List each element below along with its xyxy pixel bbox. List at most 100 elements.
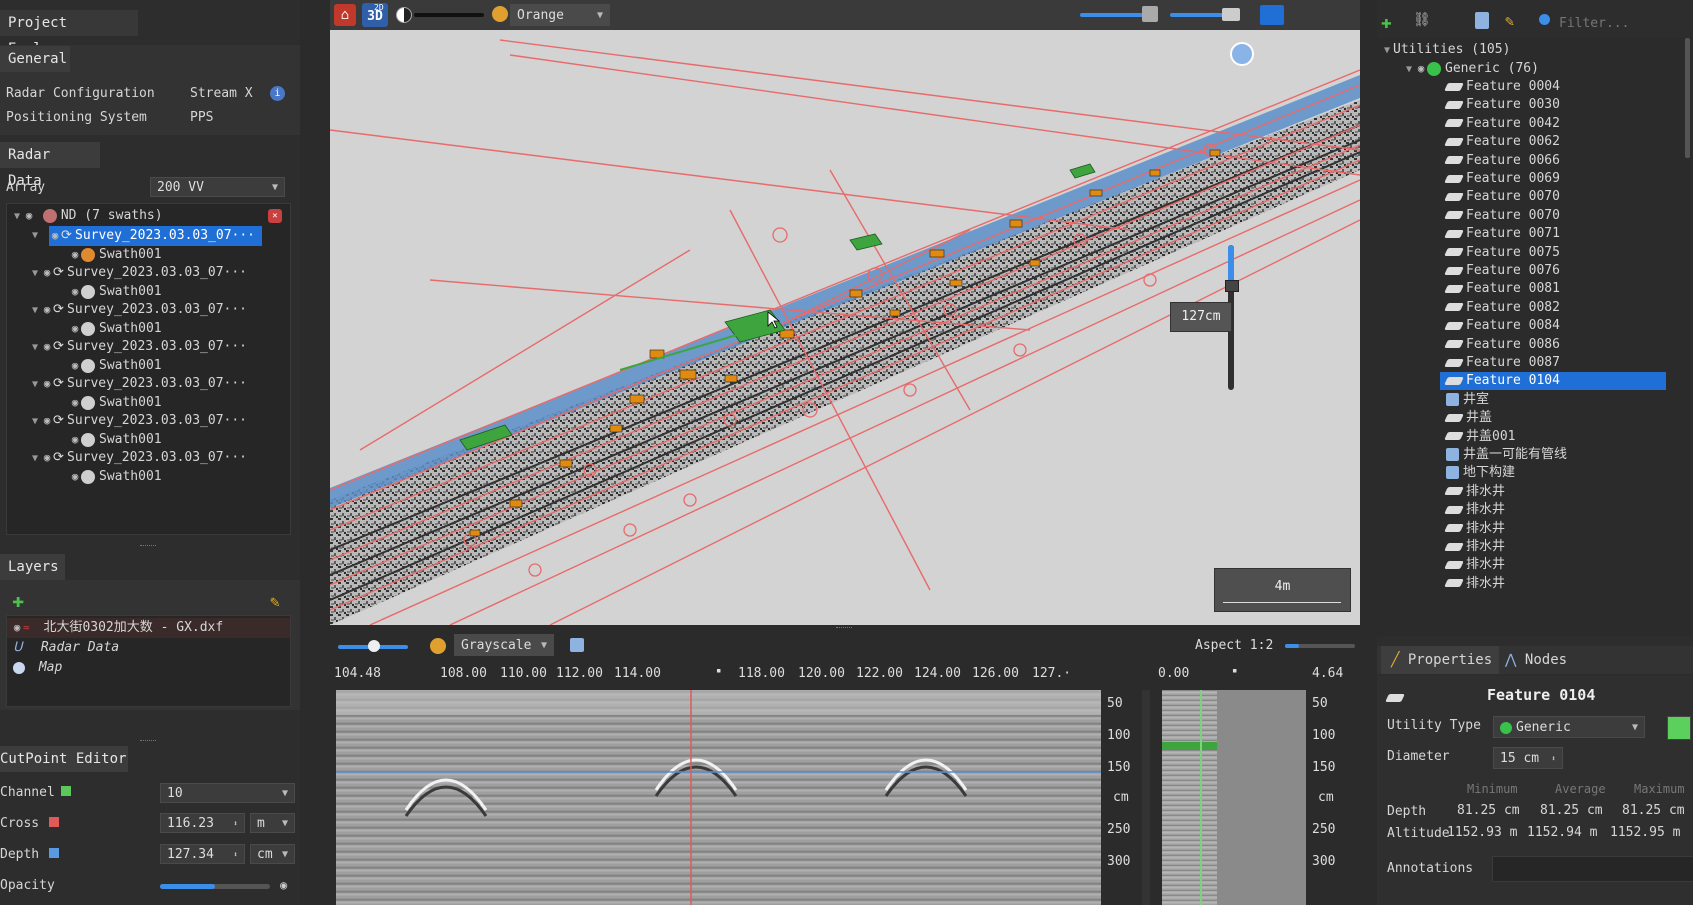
keyboard-icon[interactable] (1222, 8, 1240, 21)
aspect-slider[interactable] (1285, 644, 1355, 648)
side-slice-image[interactable] (1162, 690, 1306, 905)
expand-icon[interactable]: ▼ (29, 375, 41, 395)
brush-icon[interactable]: ✎ (1505, 12, 1514, 30)
feature-item[interactable]: Feature 0004 (1440, 78, 1666, 96)
eye-icon[interactable]: ◉ (69, 467, 81, 487)
palette-icon[interactable] (492, 6, 508, 22)
cn-feature-item[interactable]: 排水井 (1444, 556, 1505, 574)
eye-icon[interactable]: ◉ (41, 448, 53, 468)
feature-item[interactable]: Feature 0070 (1440, 207, 1666, 225)
expand-icon[interactable]: ▼ (29, 264, 41, 284)
swath-item[interactable]: ◉ Swath001 (69, 319, 162, 339)
survey-item[interactable]: ▼ ◉ ⟳ Survey_2023.03.03_07··· (29, 411, 262, 431)
feature-item[interactable]: Feature 0062 (1440, 133, 1666, 151)
swath-item[interactable]: ◉ Swath001 (69, 430, 162, 450)
utility-color-swatch[interactable] (1667, 716, 1691, 740)
expand-icon[interactable]: ▼ (29, 338, 41, 358)
swath-item[interactable]: ◉ Swath001 (69, 282, 162, 302)
chart-icon[interactable] (1142, 6, 1158, 22)
bscan-scrollbar[interactable] (1142, 690, 1150, 905)
feature-item[interactable]: Feature 0081 (1440, 280, 1666, 298)
layer-item-radar[interactable]: ᑌ Radar Data (7, 638, 290, 658)
expand-icon[interactable]: ▼ (29, 301, 41, 321)
depth-unit-select[interactable]: cm ▼ (250, 844, 295, 864)
cn-feature-item[interactable]: 井室 (1446, 391, 1489, 409)
bscan-colormap-select[interactable]: Grayscale ▼ (454, 634, 554, 656)
bscan-image[interactable] (336, 690, 1101, 905)
swath-item[interactable]: ◉ Swath001 (69, 245, 162, 265)
survey-item[interactable]: ▼ ◉ ⟳ Survey_2023.03.03_07··· (29, 448, 262, 468)
feature-item[interactable]: Feature 0042 (1440, 115, 1666, 133)
filter-input[interactable] (1557, 11, 1691, 35)
export-icon[interactable] (570, 638, 584, 652)
palette-icon[interactable] (430, 638, 446, 654)
tree-scrollbar[interactable] (1685, 38, 1690, 158)
eye-icon[interactable]: ◉ (69, 319, 81, 339)
feature-item[interactable]: Feature 0076 (1440, 262, 1666, 280)
expand-icon[interactable]: ▼ (11, 207, 23, 227)
compass-icon[interactable] (1230, 42, 1254, 66)
feature-item[interactable]: Feature 0084 (1440, 317, 1666, 335)
cn-feature-item[interactable]: 井盖一可能有管线 (1446, 446, 1567, 464)
survey-item[interactable]: ◉ ⟳ Survey_2023.03.03_07··· ▼ (32, 226, 262, 246)
feature-item[interactable]: Feature 0030 (1440, 96, 1666, 114)
feature-item[interactable]: Feature 0075 (1440, 244, 1666, 262)
cn-feature-item[interactable]: 地下构建 (1446, 464, 1515, 482)
feature-item[interactable]: Feature 0086 (1440, 336, 1666, 354)
view-mode-toggle[interactable]: 3D 2D (362, 3, 388, 27)
eye-icon[interactable]: ◉ (23, 206, 35, 226)
expand-icon[interactable]: ▼ (29, 226, 41, 246)
stepper-icon[interactable]: ⬍ (233, 845, 238, 865)
eye-icon[interactable]: ◉ (41, 411, 53, 431)
survey-item[interactable]: ▼ ◉ ⟳ Survey_2023.03.03_07··· (29, 300, 262, 320)
cross-unit-select[interactable]: m ▼ (250, 813, 295, 833)
expand-icon[interactable]: ▼ (1403, 60, 1415, 80)
diameter-input[interactable]: 15 cm ⬍ (1493, 747, 1563, 769)
feature-item[interactable]: Feature 0082 (1440, 299, 1666, 317)
eye-icon[interactable]: ◉ (69, 245, 81, 265)
stepper-icon[interactable]: ⬍ (233, 814, 238, 834)
feature-item[interactable]: Feature 0070 (1440, 188, 1666, 206)
expand-icon[interactable]: ▼ (29, 412, 41, 432)
expand-icon[interactable]: ▼ (29, 449, 41, 469)
eye-icon[interactable]: ◉ (69, 393, 81, 413)
eye-icon[interactable]: ◉ (41, 374, 53, 394)
tab-nodes[interactable]: ⋀ Nodes (1505, 646, 1585, 674)
link-icon[interactable]: ⛓ (1413, 12, 1431, 28)
brightness-slider[interactable] (414, 13, 484, 17)
tree-root[interactable]: ▼ ◉ ND (7 swaths) ✕ (11, 206, 286, 226)
survey-item[interactable]: ▼ ◉ ⟳ Survey_2023.03.03_07··· (29, 337, 262, 357)
brightness-icon[interactable] (396, 7, 412, 23)
eye-icon[interactable]: ◉ (69, 282, 81, 302)
eye-icon[interactable]: ◉ (69, 430, 81, 450)
array-select[interactable]: 200 VV ▼ (150, 177, 285, 197)
cn-feature-item[interactable]: 排水井 (1444, 520, 1505, 538)
layer-item-map[interactable]: Map (7, 658, 290, 678)
eye-icon[interactable]: ◉ (11, 618, 23, 638)
cn-feature-item[interactable]: 排水井 (1444, 501, 1505, 519)
depth-input[interactable]: 127.34 ⬍ (160, 844, 245, 864)
opacity-slider[interactable] (160, 884, 270, 889)
feature-item[interactable]: Feature 0066 (1440, 152, 1666, 170)
eye-icon[interactable]: ◉ (41, 300, 53, 320)
eye-icon[interactable]: ◉ (41, 337, 53, 357)
zoom-slider[interactable] (1080, 13, 1150, 17)
swath-item[interactable]: ◉ Swath001 (69, 467, 162, 487)
channel-select[interactable]: 10 ▼ (160, 783, 295, 803)
eye-icon[interactable]: ◉ (41, 263, 53, 283)
add-layer-icon[interactable]: ✚ (12, 590, 24, 610)
layout-icon[interactable] (1260, 5, 1284, 25)
generic-group[interactable]: ▼ ◉ Generic (76) (1403, 59, 1539, 79)
depth-slider-handle[interactable] (1225, 280, 1239, 292)
slider-handle[interactable] (368, 640, 380, 652)
add-utility-icon[interactable]: ✚ (1381, 12, 1392, 33)
eye-icon[interactable]: ◉ (280, 878, 287, 892)
swath-item[interactable]: ◉ Swath001 (69, 356, 162, 376)
home-icon[interactable]: ⌂ (334, 4, 356, 26)
eye-icon[interactable]: ◉ (69, 356, 81, 376)
survey-item[interactable]: ▼ ◉ ⟳ Survey_2023.03.03_07··· (29, 263, 262, 283)
feature-item[interactable]: Feature 0071 (1440, 225, 1666, 243)
info-icon[interactable]: i (270, 86, 285, 101)
splitter-handle[interactable] (140, 545, 156, 549)
annotations-input[interactable] (1492, 856, 1693, 882)
